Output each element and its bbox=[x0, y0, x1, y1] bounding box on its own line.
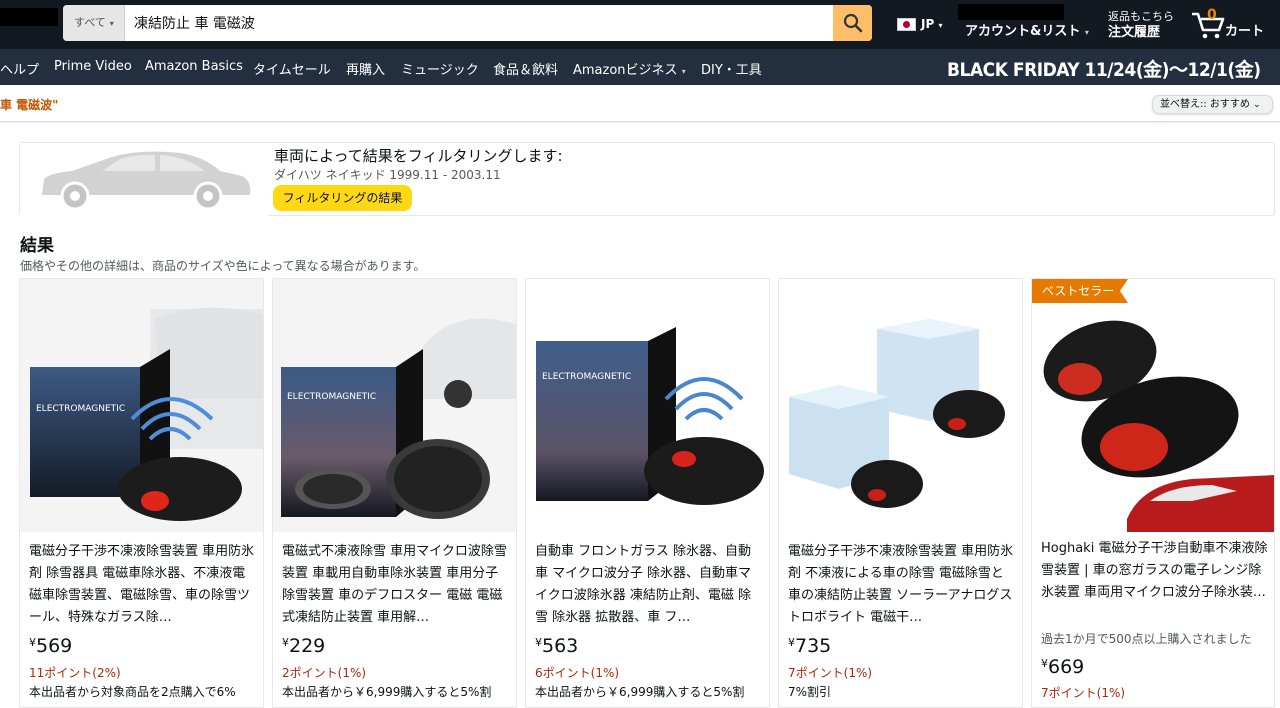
product-promo: 本出品者から￥6,999購入すると5%割 bbox=[535, 685, 745, 699]
nav-rebuy[interactable]: 再購入 bbox=[346, 59, 385, 78]
product-points: 7ポイント(1%) bbox=[788, 666, 873, 680]
product-points: 2ポイント(1%) bbox=[282, 666, 367, 680]
product-card[interactable]: ELECTROMAGNETIC 電磁分子干渉不凍液除雪装置 車用防氷剤 除雪器具… bbox=[19, 278, 264, 708]
box-label: ELECTROMAGNETIC bbox=[287, 392, 376, 402]
account-label: アカウント&リスト bbox=[965, 24, 1081, 39]
product-promo: 7%割引 bbox=[788, 685, 832, 699]
product-card[interactable]: ELECTROMAGNETIC 自動車 フロントガラス 除氷器、自動車 マイクロ… bbox=[525, 278, 770, 708]
cart-count: 0 bbox=[1207, 7, 1217, 23]
product-title[interactable]: Hoghaki 電磁分子干渉自動車不凍液除雪装置 | 車の窓ガラスの電子レンジ除… bbox=[1041, 538, 1269, 604]
nav-food[interactable]: 食品＆飲料 bbox=[493, 59, 558, 78]
bestseller-badge: ベストセラー bbox=[1032, 279, 1128, 303]
product-image[interactable]: ELECTROMAGNETIC bbox=[526, 279, 769, 532]
product-promo: 本出品者から対象商品を2点購入で6% bbox=[29, 685, 236, 699]
product-image[interactable] bbox=[779, 279, 1022, 532]
product-price: ¥669 bbox=[1041, 656, 1084, 678]
product-price: ¥563 bbox=[535, 635, 578, 657]
chevron-down-icon: ▾ bbox=[109, 19, 114, 28]
search-bar: すべて ▾ bbox=[63, 5, 872, 41]
nav-business[interactable]: Amazonビジネス ▾ bbox=[573, 59, 686, 78]
account-lists-menu[interactable]: アカウント&リスト ▾ bbox=[965, 20, 1089, 39]
currency-symbol: ¥ bbox=[535, 636, 542, 649]
nav-diy[interactable]: DIY・工具 bbox=[701, 59, 762, 78]
box-label: ELECTROMAGNETIC bbox=[542, 372, 631, 382]
product-image[interactable]: ELECTROMAGNETIC bbox=[273, 279, 516, 532]
price-value: 735 bbox=[795, 635, 832, 657]
results-heading: 結果 bbox=[20, 236, 54, 256]
nav-business-label: Amazonビジネス bbox=[573, 63, 678, 78]
nav-timesale[interactable]: タイムセール bbox=[253, 59, 331, 78]
price-value: 569 bbox=[36, 635, 73, 657]
product-title[interactable]: 自動車 フロントガラス 除氷器、自動車 マイクロ波分子 除氷器、自動車マイクロ波… bbox=[535, 541, 763, 629]
cart-button[interactable]: 0 カート bbox=[1190, 7, 1280, 40]
price-value: 669 bbox=[1048, 656, 1085, 678]
product-points: 11ポイント(2%) bbox=[29, 666, 121, 680]
language-label: JP bbox=[921, 17, 935, 31]
orders-link[interactable]: 注文履歴 bbox=[1108, 21, 1160, 40]
product-image[interactable]: ELECTROMAGNETIC bbox=[20, 279, 263, 532]
product-card[interactable]: ELECTROMAGNETIC 電磁式不凍液除雪 車用マイクロ波除雪装置 車載用… bbox=[272, 278, 517, 708]
search-query-text: 車 電磁波" bbox=[0, 98, 59, 112]
results-info-bar: 車 電磁波" 並べ替え:: おすすめ ⌄ bbox=[0, 86, 1280, 122]
vehicle-name: ダイハツ ネイキッド 1999.11 - 2003.11 bbox=[274, 168, 501, 182]
currency-symbol: ¥ bbox=[1041, 657, 1048, 670]
amazon-logo[interactable] bbox=[0, 8, 58, 26]
search-category-label: すべて bbox=[74, 16, 106, 29]
purchase-count: 過去1か月で500点以上購入されました bbox=[1041, 632, 1252, 646]
language-selector[interactable]: JP ▾ bbox=[921, 17, 942, 31]
account-greeting-redacted bbox=[958, 4, 1064, 20]
product-title[interactable]: 電磁式不凍液除雪 車用マイクロ波除雪装置 車載用自動車除氷装置 車用分子除雪装置… bbox=[282, 541, 510, 629]
sort-label: 並べ替え:: おすすめ bbox=[1160, 99, 1250, 110]
vehicle-filter-title: 車両によって結果をフィルタリングします: bbox=[274, 147, 563, 165]
product-title[interactable]: 電磁分子干渉不凍液除雪装置 車用防氷剤 不凍液による車の除雪 電磁除雪と車の凍結… bbox=[788, 541, 1016, 629]
product-points: 7ポイント(1%) bbox=[1041, 686, 1126, 700]
search-input[interactable] bbox=[125, 5, 833, 41]
product-price: ¥735 bbox=[788, 635, 831, 657]
box-label: ELECTROMAGNETIC bbox=[36, 404, 125, 414]
search-button[interactable] bbox=[833, 5, 872, 41]
black-friday-banner[interactable]: BLACK FRIDAY 11/24(金)〜12/1(金) bbox=[947, 55, 1261, 82]
nav-help[interactable]: ヘルプ bbox=[0, 59, 39, 78]
product-image[interactable] bbox=[1032, 279, 1275, 532]
price-value: 563 bbox=[542, 635, 579, 657]
chevron-down-icon: ▾ bbox=[938, 21, 943, 30]
product-card[interactable]: 電磁分子干渉不凍液除雪装置 車用防氷剤 不凍液による車の除雪 電磁除雪と車の凍結… bbox=[778, 278, 1023, 708]
product-price: ¥229 bbox=[282, 635, 325, 657]
currency-symbol: ¥ bbox=[29, 636, 36, 649]
cart-label: カート bbox=[1225, 24, 1265, 39]
product-points: 6ポイント(1%) bbox=[535, 666, 620, 680]
japan-flag-icon[interactable] bbox=[897, 18, 916, 31]
car-silhouette-icon bbox=[20, 143, 268, 216]
nav-music[interactable]: ミュージック bbox=[401, 59, 479, 78]
nav-prime-video[interactable]: Prime Video bbox=[54, 59, 132, 74]
currency-symbol: ¥ bbox=[282, 636, 289, 649]
product-title[interactable]: 電磁分子干渉不凍液除雪装置 車用防氷剤 除雪器具 電磁車除氷器、不凍液電磁車除雪… bbox=[29, 541, 257, 629]
search-icon bbox=[843, 13, 862, 33]
currency-symbol: ¥ bbox=[788, 636, 795, 649]
price-value: 229 bbox=[289, 635, 326, 657]
product-promo: 本出品者から￥6,999購入すると5%割 bbox=[282, 685, 492, 699]
results-subtitle: 価格やその他の詳細は、商品のサイズや色によって異なる場合があります。 bbox=[20, 259, 426, 273]
chevron-down-icon: ▾ bbox=[1084, 28, 1089, 37]
product-price: ¥569 bbox=[29, 635, 72, 657]
search-category-dropdown[interactable]: すべて ▾ bbox=[63, 5, 125, 41]
chevron-down-icon: ⌄ bbox=[1253, 100, 1261, 110]
filter-results-button[interactable]: フィルタリングの結果 bbox=[273, 185, 412, 211]
top-header: すべて▾ JP ▾ アカウント&リスト ▾ 返品もこちら 注文履歴 0 カート bbox=[0, 0, 1280, 49]
vehicle-filter-panel: 車両によって結果をフィルタリングします: ダイハツ ネイキッド 1999.11 … bbox=[19, 142, 1275, 216]
sub-navigation: ヘルプ Prime Video Amazon Basics タイムセール 再購入… bbox=[0, 49, 1280, 85]
nav-amazon-basics[interactable]: Amazon Basics bbox=[145, 59, 243, 74]
product-card[interactable]: ベストセラー Hoghaki 電磁分子干渉自動車不凍液除雪装置 | 車の窓ガラス… bbox=[1031, 278, 1275, 708]
sort-dropdown[interactable]: 並べ替え:: おすすめ ⌄ bbox=[1152, 95, 1273, 114]
chevron-down-icon: ▾ bbox=[681, 67, 686, 76]
